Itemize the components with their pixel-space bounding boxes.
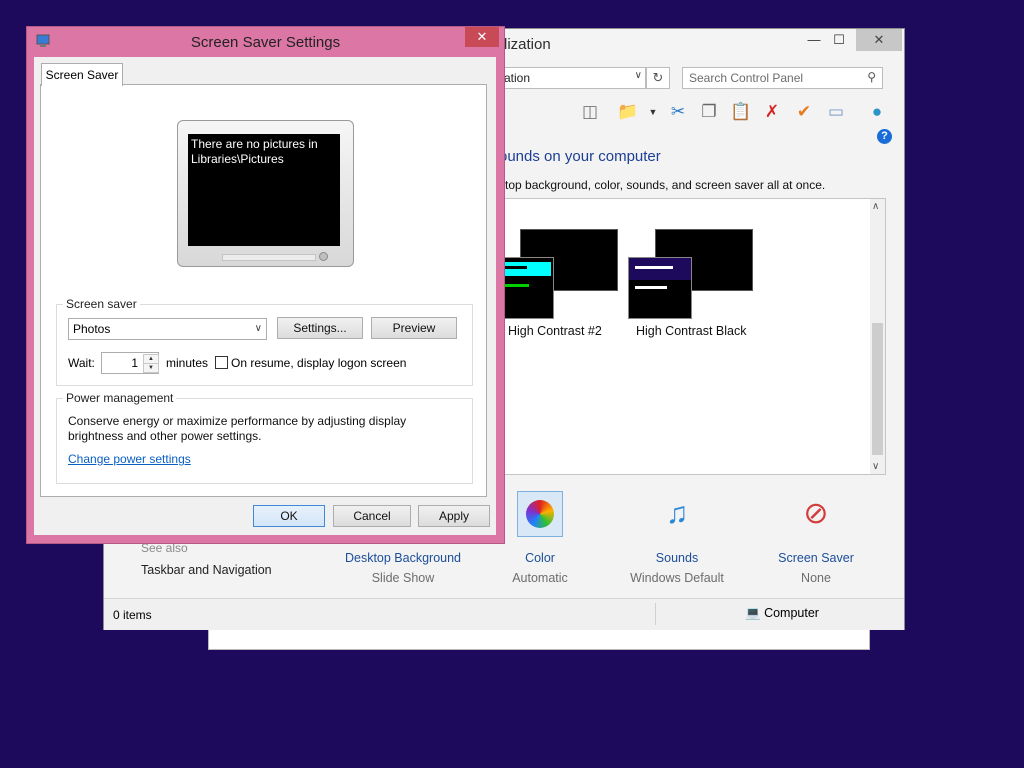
preview-message: There are no pictures in Libraries\Pictu… [191,137,318,166]
window-title: lization [504,36,551,53]
bottom-item-label: Screen Saver [778,551,854,565]
power-description: Conserve energy or maximize performance … [68,414,407,443]
computer-icon: 💻 [745,606,761,620]
wait-minutes-stepper[interactable]: 1 ▲ ▼ [101,352,159,374]
power-management-label: Power management [63,391,177,405]
bottom-item-label: Sounds [655,551,699,565]
globe-icon[interactable]: ● [866,101,888,123]
page-title: ounds on your computer [499,148,661,165]
bottom-item-sublabel: Slide Show [371,571,435,585]
close-button[interactable]: ✕ [465,27,499,47]
refresh-icon[interactable]: ↻ [646,67,670,89]
spin-buttons: ▲ ▼ [143,354,159,373]
cancel-button[interactable]: Cancel [333,505,411,527]
monitor-preview: There are no pictures in Libraries\Pictu… [177,120,354,267]
help-icon[interactable]: ? [877,129,892,144]
page-description: ktop background, color, sounds, and scre… [499,178,826,192]
close-button[interactable]: ✕ [856,29,902,51]
sounds-icon: ♫ [665,497,689,530]
theme-list: High Contrast #2 High Contrast Black ∧ ∨ [499,198,886,475]
theme-preview-line [635,266,673,269]
maximize-button[interactable]: ☐ [827,29,851,51]
scrollbar-thumb[interactable] [872,323,883,455]
monitor-bezel-bar [222,254,316,261]
wait-value: 1 [131,356,138,370]
scroll-up-icon[interactable]: ∧ [872,201,879,212]
dialog-body: Screen Saver There are no pictures in Li… [34,57,496,535]
screen-saver-item[interactable]: ⊘ Screen Saver None [746,491,886,585]
ok-button[interactable]: OK [253,505,325,527]
address-text: ation [504,71,531,85]
theme-name: High Contrast #2 [508,324,602,338]
toolbar: ◫ 📁 ▼ ✂ ❐ 📋 ✗ ✔ ▭ ● [499,95,899,127]
power-management-group: Power management Conserve energy or maxi… [56,391,473,484]
screen-saver-group-label: Screen saver [63,297,140,311]
theme-preview-titlebar [629,258,691,280]
search-placeholder: Search Control Panel [689,71,804,85]
spin-down-icon[interactable]: ▼ [143,363,159,373]
screen-saver-selected: Photos [73,322,111,336]
layout-icon[interactable]: ◫ [579,101,601,123]
bottom-item-label: Desktop Background [344,551,462,565]
taskbar-navigation-link[interactable]: Taskbar and Navigation [141,563,272,577]
tab-panel: There are no pictures in Libraries\Pictu… [40,84,487,497]
dialog-title: Screen Saver Settings [190,34,341,51]
status-divider [655,603,656,625]
minimize-button[interactable]: — [804,29,824,51]
scroll-down-icon[interactable]: ∨ [872,461,879,472]
wait-label: Wait: [68,356,95,370]
chevron-down-icon: ∨ [254,323,262,334]
dialog-titlebar[interactable]: Screen Saver Settings ✕ [27,27,504,57]
resume-logon-checkbox[interactable] [215,356,228,369]
status-bar: 0 items 💻 Computer [104,598,904,630]
paste-icon[interactable]: 📋 [730,101,752,123]
status-location-label: Computer [764,606,819,620]
preview-screen: There are no pictures in Libraries\Pictu… [188,134,340,246]
preview-button[interactable]: Preview [371,317,457,339]
address-bar[interactable]: ation ∨ [499,67,646,89]
sounds-item[interactable]: ♫ Sounds Windows Default [607,491,747,585]
theme-preview-line [505,284,529,287]
theme-preview-titlebar [501,262,551,276]
monitor-power-led [319,252,328,261]
status-location: 💻 Computer [745,606,819,621]
theme-preview-window [500,257,554,319]
chevron-down-icon[interactable]: ∨ [635,70,642,81]
theme-preview-window [628,257,692,319]
bottom-item-sublabel: Automatic [512,571,568,585]
cut-icon[interactable]: ✂ [667,101,689,123]
search-input[interactable]: Search Control Panel ⚲ [682,67,883,89]
change-power-settings-link[interactable]: Change power settings [68,452,191,466]
screen-saver-group: Screen saver Photos ∨ Settings... Previe… [56,297,473,386]
checkmark-icon[interactable]: ✔ [793,101,815,123]
settings-button[interactable]: Settings... [277,317,363,339]
screen-saver-dropdown[interactable]: Photos ∨ [68,318,267,340]
delete-icon[interactable]: ✗ [761,101,783,123]
theme-name: High Contrast Black [636,324,747,338]
minutes-label: minutes [166,356,209,370]
bottom-item-sublabel: Windows Default [630,571,724,585]
folder-properties-icon[interactable]: 📁 [617,101,639,123]
apply-button[interactable]: Apply [418,505,490,527]
chevron-down-icon[interactable]: ▼ [642,101,664,123]
theme-scrollbar[interactable]: ∧ ∨ [870,199,885,474]
copy-icon[interactable]: ❐ [698,101,720,123]
bottom-item-label: Color [525,551,555,565]
bottom-item-sublabel: None [801,571,831,585]
screen-saver-settings-dialog: Screen Saver Settings ✕ Screen Saver The… [26,26,505,544]
item-count: 0 items [113,608,152,622]
properties-icon[interactable]: ▭ [825,101,847,123]
theme-preview-line [505,266,527,269]
search-icon[interactable]: ⚲ [867,70,876,84]
tab-screen-saver[interactable]: Screen Saver [41,63,123,86]
resume-logon-label[interactable]: On resume, display logon screen [231,356,406,370]
color-icon [517,491,563,537]
screen-saver-icon: ⊘ [803,497,829,530]
theme-preview-line [635,286,667,289]
